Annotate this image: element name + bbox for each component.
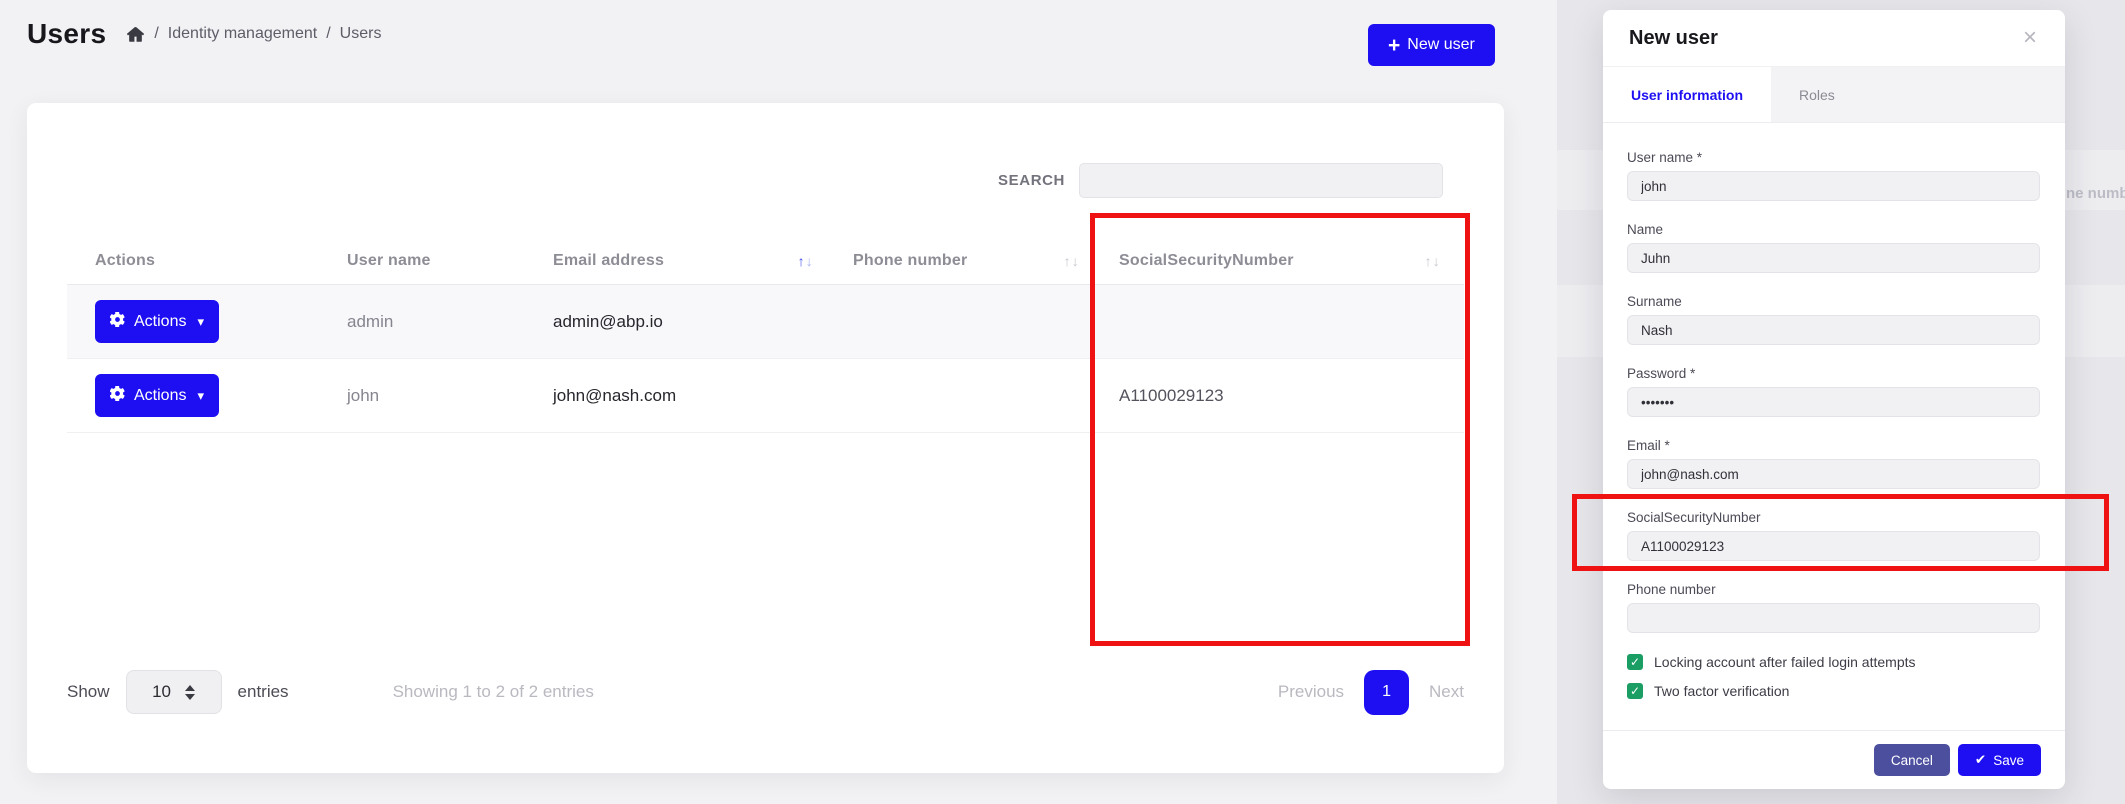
cell-user-name: john <box>331 386 537 406</box>
two-factor-checkbox-row[interactable]: ✓ Two factor verification <box>1627 683 2040 699</box>
cell-user-name: admin <box>331 312 537 332</box>
lockout-checkbox-label: Locking account after failed login attem… <box>1654 654 1916 670</box>
stepper-icon <box>185 685 195 700</box>
field-name: Name <box>1627 222 2040 273</box>
close-icon[interactable]: × <box>2023 26 2037 50</box>
checkbox-checked-icon[interactable]: ✓ <box>1627 683 1643 699</box>
field-phone: Phone number <box>1627 582 2040 633</box>
breadcrumb: / Identity management / Users <box>126 25 381 43</box>
search-label: SEARCH <box>998 172 1065 189</box>
modal-header: New user × <box>1603 10 2065 67</box>
new-user-button-label: New user <box>1407 36 1475 54</box>
column-header-email[interactable]: Email address ↑↓ <box>537 252 837 270</box>
modal-tab-bar: User information Roles <box>1603 67 2065 123</box>
two-factor-checkbox-label: Two factor verification <box>1654 683 1789 699</box>
table-footer: Show 10 entries Showing 1 to 2 of 2 entr… <box>67 669 1464 715</box>
gear-icon <box>110 312 125 332</box>
home-icon[interactable] <box>126 26 145 43</box>
password-label: Password * <box>1627 366 2040 381</box>
name-label: Name <box>1627 222 2040 237</box>
caret-down-icon: ▾ <box>197 314 204 330</box>
cell-email: admin@abp.io <box>537 312 837 332</box>
page-1-button[interactable]: 1 <box>1364 670 1409 715</box>
page-title: Users <box>27 18 106 50</box>
field-surname: Surname <box>1627 294 2040 345</box>
field-email: Email * <box>1627 438 2040 489</box>
lockout-checkbox-row[interactable]: ✓ Locking account after failed login att… <box>1627 654 2040 670</box>
actions-button-label: Actions <box>134 313 186 331</box>
tab-roles[interactable]: Roles <box>1771 67 1863 122</box>
entries-summary: Showing 1 to 2 of 2 entries <box>393 682 594 702</box>
page-header: Users / Identity management / Users <box>27 18 381 50</box>
user-name-label: User name * <box>1627 150 2040 165</box>
actions-dropdown-button[interactable]: Actions ▾ <box>95 374 219 417</box>
modal-title: New user <box>1629 27 1718 50</box>
surname-input[interactable] <box>1627 315 2040 345</box>
surname-label: Surname <box>1627 294 2040 309</box>
column-header-user-name[interactable]: User name <box>331 252 537 270</box>
plus-icon: + <box>1388 35 1400 56</box>
phone-label: Phone number <box>1627 582 2040 597</box>
search-row: SEARCH <box>998 163 1443 198</box>
breadcrumb-separator: / <box>326 25 330 43</box>
sort-icon: ↑↓ <box>798 253 813 269</box>
actions-button-label: Actions <box>134 387 186 405</box>
checkbox-checked-icon[interactable]: ✓ <box>1627 654 1643 670</box>
previous-page-button[interactable]: Previous <box>1278 682 1344 702</box>
page-size-value: 10 <box>152 682 171 702</box>
save-button-label: Save <box>1993 753 2024 768</box>
user-name-input[interactable] <box>1627 171 2040 201</box>
pagination: Previous 1 Next <box>1278 670 1464 715</box>
column-header-phone[interactable]: Phone number ↑↓ <box>837 252 1103 270</box>
cancel-button[interactable]: Cancel <box>1874 744 1950 776</box>
new-user-button[interactable]: + New user <box>1368 24 1495 66</box>
tab-user-information[interactable]: User information <box>1603 67 1771 122</box>
breadcrumb-separator: / <box>154 25 158 43</box>
field-password: Password * <box>1627 366 2040 417</box>
modal-footer: Cancel ✔ Save <box>1603 730 2065 789</box>
cell-email: john@nash.com <box>537 386 837 406</box>
entries-label: entries <box>238 682 289 702</box>
email-input[interactable] <box>1627 459 2040 489</box>
caret-down-icon: ▾ <box>197 388 204 404</box>
show-label: Show <box>67 682 110 702</box>
check-icon: ✔ <box>1975 752 1986 768</box>
clipped-background-text: ne number <box>2066 185 2125 202</box>
next-page-button[interactable]: Next <box>1429 682 1464 702</box>
sort-icon: ↑↓ <box>1064 253 1079 269</box>
gear-icon <box>110 386 125 406</box>
actions-dropdown-button[interactable]: Actions ▾ <box>95 300 219 343</box>
new-user-modal: New user × User information Roles User n… <box>1603 10 2065 789</box>
field-user-name: User name * <box>1627 150 2040 201</box>
breadcrumb-item-identity-management: Identity management <box>168 25 317 43</box>
email-label: Email * <box>1627 438 2040 453</box>
name-input[interactable] <box>1627 243 2040 273</box>
highlight-rectangle-ssn-field <box>1572 494 2109 571</box>
password-input[interactable] <box>1627 387 2040 417</box>
page-size-select[interactable]: 10 <box>126 670 222 714</box>
column-header-actions: Actions <box>67 252 331 270</box>
highlight-rectangle-ssn-column <box>1090 213 1470 646</box>
search-input[interactable] <box>1079 163 1443 198</box>
breadcrumb-item-users: Users <box>340 25 382 43</box>
save-button[interactable]: ✔ Save <box>1958 744 2041 776</box>
modal-body: User name * Name Surname Password * Emai… <box>1603 123 2065 730</box>
phone-input[interactable] <box>1627 603 2040 633</box>
